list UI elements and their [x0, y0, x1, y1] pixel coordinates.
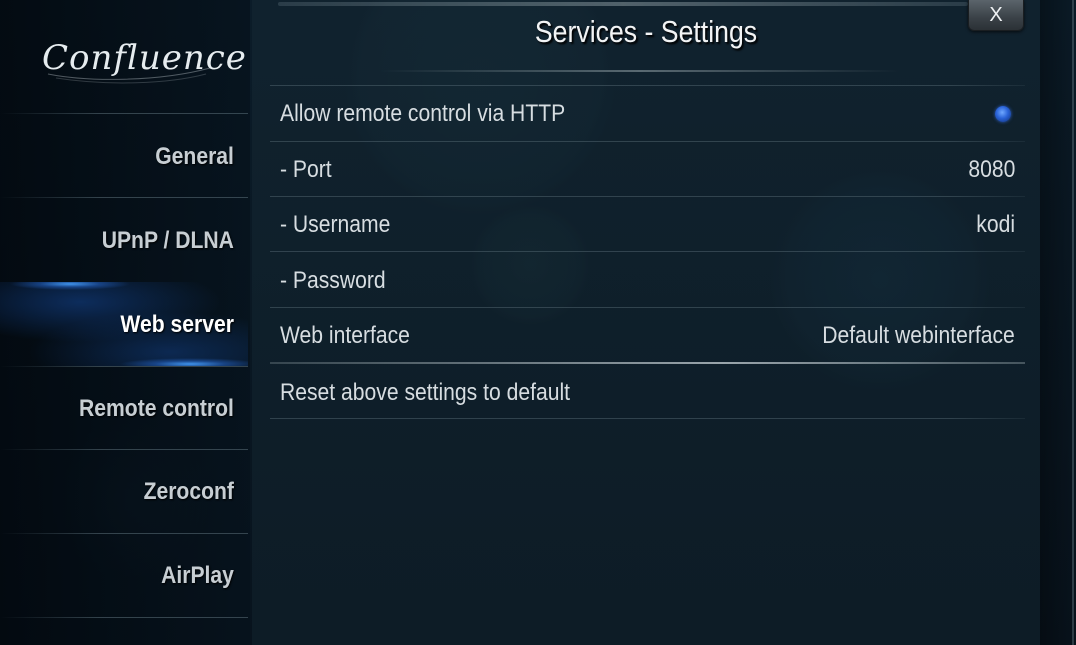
- confluence-logo: Confluence: [38, 34, 246, 88]
- setting-value: 8080: [968, 156, 1015, 183]
- setting-row-reset-defaults[interactable]: Reset above settings to default: [270, 366, 1025, 420]
- sidebar-divider: [0, 366, 248, 367]
- setting-label: Web interface: [280, 322, 410, 349]
- logo-text: Confluence: [42, 38, 247, 78]
- right-edge-border: [1072, 0, 1074, 645]
- sidebar-divider: [0, 533, 248, 534]
- row-divider: [270, 418, 1025, 419]
- setting-row-allow-remote-control[interactable]: Allow remote control via HTTP: [270, 87, 1025, 141]
- radio-on-icon[interactable]: [995, 106, 1011, 122]
- sidebar-divider: [0, 449, 248, 450]
- page-title: Services - Settings: [534, 14, 758, 49]
- sidebar-divider: [0, 113, 248, 114]
- setting-row-web-interface[interactable]: Web interface Default webinterface: [270, 309, 1025, 363]
- sidebar-item-web-server[interactable]: Web server: [30, 284, 248, 366]
- sidebar-item-zeroconf[interactable]: Zeroconf: [30, 451, 248, 533]
- setting-row-port[interactable]: - Port 8080: [270, 143, 1025, 197]
- panel-top-border: [278, 2, 968, 6]
- sidebar-item-remote-control[interactable]: Remote control: [30, 368, 248, 450]
- row-divider: [270, 85, 1025, 86]
- setting-row-username[interactable]: - Username kodi: [270, 198, 1025, 252]
- setting-label: - Password: [280, 267, 386, 294]
- row-divider: [270, 141, 1025, 142]
- right-edge-shade: [1040, 0, 1076, 645]
- kodi-settings-screen: Confluence General UPnP / DLNA Web serve…: [0, 0, 1076, 645]
- row-divider: [270, 251, 1025, 252]
- setting-row-password[interactable]: - Password: [270, 254, 1025, 308]
- setting-value: kodi: [976, 211, 1015, 238]
- title-underline: [380, 70, 900, 72]
- section-divider: [270, 362, 1025, 364]
- setting-label: Reset above settings to default: [280, 379, 571, 406]
- setting-value: Default webinterface: [822, 322, 1015, 349]
- sidebar-divider: [0, 197, 248, 198]
- row-divider: [270, 307, 1025, 308]
- setting-label: Allow remote control via HTTP: [280, 100, 566, 127]
- sidebar-item-airplay[interactable]: AirPlay: [30, 535, 248, 617]
- sidebar: Confluence General UPnP / DLNA Web serve…: [0, 0, 250, 645]
- setting-label: - Port: [280, 156, 332, 183]
- close-button[interactable]: X: [968, 0, 1024, 31]
- setting-label: - Username: [280, 211, 391, 238]
- sidebar-divider: [0, 617, 248, 618]
- sidebar-item-upnp-dlna[interactable]: UPnP / DLNA: [30, 200, 248, 282]
- row-divider: [270, 196, 1025, 197]
- sidebar-item-general[interactable]: General: [30, 116, 248, 198]
